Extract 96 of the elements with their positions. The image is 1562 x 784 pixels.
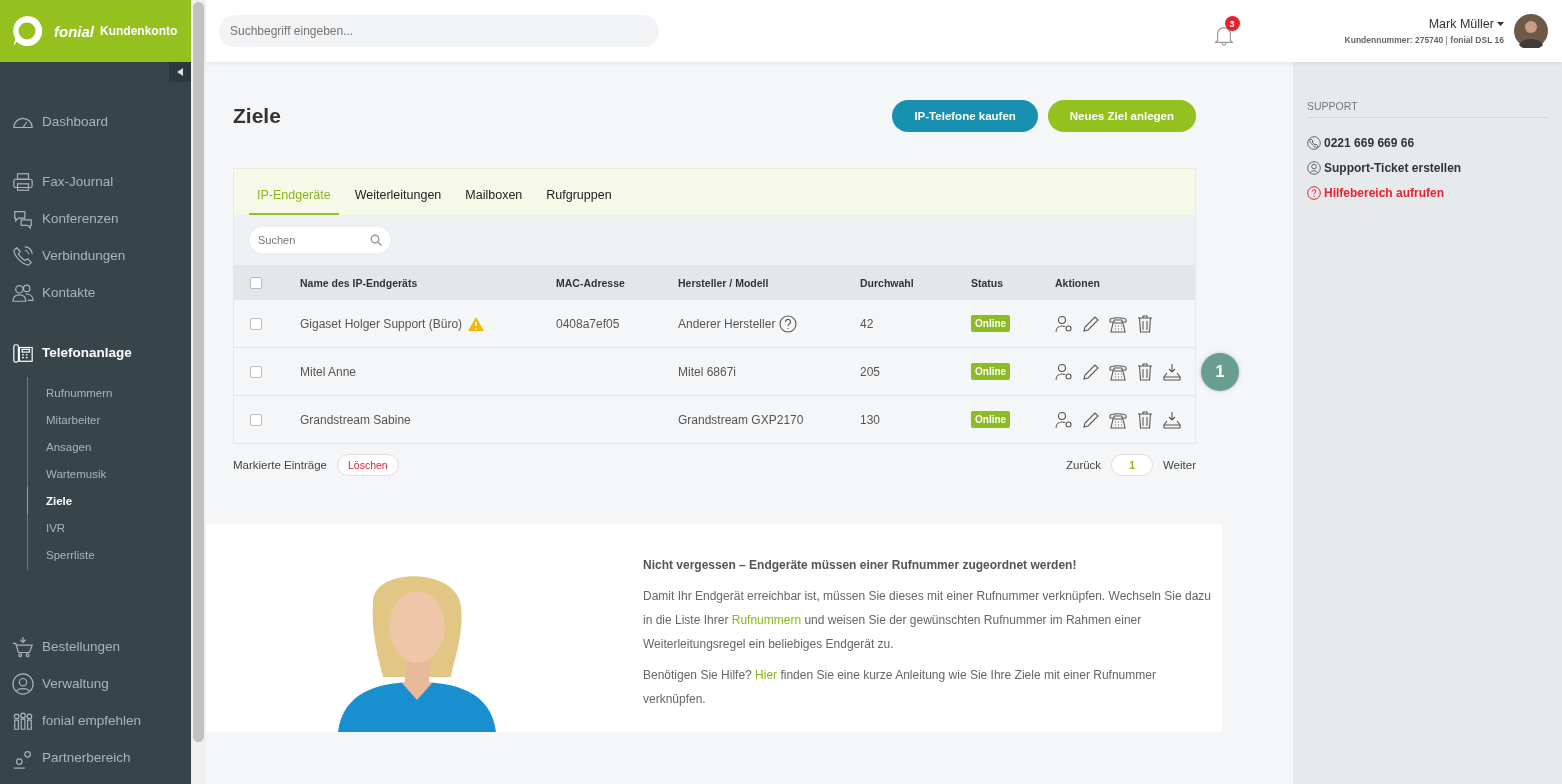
- user-settings-icon[interactable]: [1055, 314, 1073, 333]
- printer-icon: [12, 170, 34, 193]
- search-icon: [370, 234, 382, 246]
- table-search-field[interactable]: Suchen: [250, 227, 390, 253]
- row-checkbox[interactable]: [250, 413, 262, 426]
- ticket-link[interactable]: Support-Ticket erstellen: [1307, 155, 1548, 180]
- nav-subitem[interactable]: IVR: [27, 514, 191, 541]
- collapse-icon: [177, 68, 183, 76]
- phone-icon[interactable]: [1109, 410, 1127, 429]
- status-badge: Online: [971, 411, 1011, 428]
- trash-icon[interactable]: [1136, 314, 1154, 333]
- cart-icon: [12, 635, 34, 658]
- nav-subitem[interactable]: Rufnummern: [27, 379, 191, 406]
- trash-icon[interactable]: [1136, 362, 1154, 381]
- delete-button[interactable]: Löschen: [336, 454, 399, 476]
- brand-name: fonial: [54, 22, 94, 40]
- nav-item[interactable]: Bestellungen: [0, 628, 191, 665]
- column-header: Durchwahl: [860, 276, 915, 289]
- status-badge: Online: [971, 315, 1011, 332]
- customer-number: Kundennummer: 275740: [1344, 35, 1444, 45]
- table-cell: 0408a7ef05: [556, 316, 620, 331]
- table-cell: Mitel 6867i: [678, 364, 737, 379]
- nav-item[interactable]: Verbindungen: [0, 237, 191, 274]
- nav-item[interactable]: Konferenzen: [0, 200, 191, 237]
- trash-icon[interactable]: [1136, 410, 1154, 429]
- buy-button[interactable]: IP-Telefone kaufen: [892, 100, 1038, 132]
- phone-number[interactable]: 0221 669 669 66: [1307, 130, 1548, 155]
- table-cell: Mitel Anne: [300, 364, 357, 379]
- step-badge: 1: [1201, 352, 1239, 391]
- column-header: Name des IP-Endgeräts: [300, 276, 419, 289]
- table-cell: Grandstream GXP2170: [678, 412, 804, 427]
- collapse-button[interactable]: [169, 62, 191, 82]
- table-cell: Anderer Hersteller: [678, 316, 776, 331]
- desk-phone-icon: [12, 341, 34, 364]
- download-icon[interactable]: [1163, 362, 1181, 381]
- phone-icon: [1307, 135, 1321, 150]
- user-settings-icon[interactable]: [1055, 410, 1073, 429]
- nav-item[interactable]: Verwaltung: [0, 665, 191, 702]
- user-icon: [12, 672, 34, 695]
- caret-icon[interactable]: [1497, 22, 1504, 26]
- row-checkbox[interactable]: [250, 365, 262, 378]
- selection-label: Markierte Einträge: [233, 459, 327, 471]
- nav-item[interactable]: Kontakte: [0, 274, 191, 311]
- info-paragraph: Damit Ihr Endgerät erreichbar ist, müssen Sie dieses mit einer Rufnummer verknüpfen. Wechseln Sie dazu in die Liste Ihrer Rufnummern und weisen Sie der gewünschten Rufnummer im Rahmen einer Weiterleitungsregel ein beliebiges Endgerät zu.: [643, 588, 1213, 653]
- row-checkbox[interactable]: [250, 317, 262, 330]
- next-link[interactable]: Weiter: [1162, 459, 1196, 471]
- table-cell: 130: [860, 412, 881, 427]
- nav-subitem[interactable]: Ansagen: [27, 433, 191, 460]
- edit-icon[interactable]: [1082, 362, 1100, 381]
- nav-subitem[interactable]: Sperrliste: [27, 541, 191, 568]
- product-name: Kundenkonto: [100, 24, 178, 38]
- nav-item[interactable]: fonial empfehlen: [0, 702, 191, 739]
- logo-icon: [10, 14, 44, 48]
- user-icon: [1307, 160, 1321, 175]
- download-icon[interactable]: [1163, 410, 1181, 429]
- column-header: MAC-Adresse: [556, 276, 626, 289]
- user-settings-icon[interactable]: [1055, 362, 1073, 381]
- nav-subitem[interactable]: Mitarbeiter: [27, 406, 191, 433]
- nav-item[interactable]: Dashboard: [0, 103, 191, 140]
- notification-button[interactable]: 3: [1212, 16, 1245, 46]
- nav-item[interactable]: Partnerbereich: [0, 739, 191, 776]
- column-header: Aktionen: [1055, 276, 1101, 289]
- edit-icon[interactable]: [1082, 314, 1100, 333]
- plan-name: fonial DSL 16: [1450, 35, 1504, 45]
- nav-subitem[interactable]: Wartemusik: [27, 460, 191, 487]
- select-all-checkbox[interactable]: [250, 276, 262, 289]
- status-badge: Online: [971, 363, 1011, 380]
- scrollbar-thumb[interactable]: [193, 2, 204, 742]
- column-header: Status: [971, 276, 1005, 289]
- tab[interactable]: Mailboxen: [457, 188, 531, 215]
- nav-item[interactable]: Telefonanlage: [0, 334, 191, 371]
- support-title: SUPPORT: [1307, 100, 1548, 118]
- page-title: Ziele: [233, 104, 281, 128]
- phone-icon[interactable]: [1109, 314, 1127, 333]
- table-cell: 205: [860, 364, 881, 379]
- info-paragraph: Benötigen Sie Hilfe? Hier finden Sie eine kurze Anleitung wie Sie Ihre Ziele mit einer Rufnummer verknüpfen.: [643, 667, 1157, 708]
- help-link[interactable]: Hilfebereich aufrufen: [1307, 180, 1548, 205]
- help-icon: [1307, 185, 1321, 200]
- phone-icon: [12, 244, 34, 267]
- text-link[interactable]: Rufnummern: [731, 613, 802, 627]
- edit-icon[interactable]: [1082, 410, 1100, 429]
- info-heading: Nicht vergessen – Endgeräte müssen einer Rufnummer zugeordnet werden!: [643, 557, 1078, 574]
- table-cell: Grandstream Sabine: [300, 412, 411, 427]
- tab[interactable]: Rufgruppen: [538, 188, 620, 215]
- search-field[interactable]: Suchbegriff eingeben...: [219, 15, 659, 47]
- phone-icon[interactable]: [1109, 362, 1127, 381]
- table-cell: Gigaset Holger Support (Büro): [300, 316, 463, 331]
- user-name[interactable]: Mark Müller: [1428, 17, 1494, 31]
- column-header: Hersteller / Modell: [678, 276, 770, 289]
- notification-badge: 3: [1224, 16, 1240, 31]
- tab[interactable]: Weiterleitungen: [346, 188, 450, 215]
- nav-item[interactable]: Fax-Journal: [0, 163, 191, 200]
- table-cell: 42: [860, 316, 874, 331]
- avatar[interactable]: [1514, 14, 1548, 48]
- help-icon[interactable]: [779, 314, 798, 333]
- previous-link[interactable]: Zurück: [1065, 459, 1102, 471]
